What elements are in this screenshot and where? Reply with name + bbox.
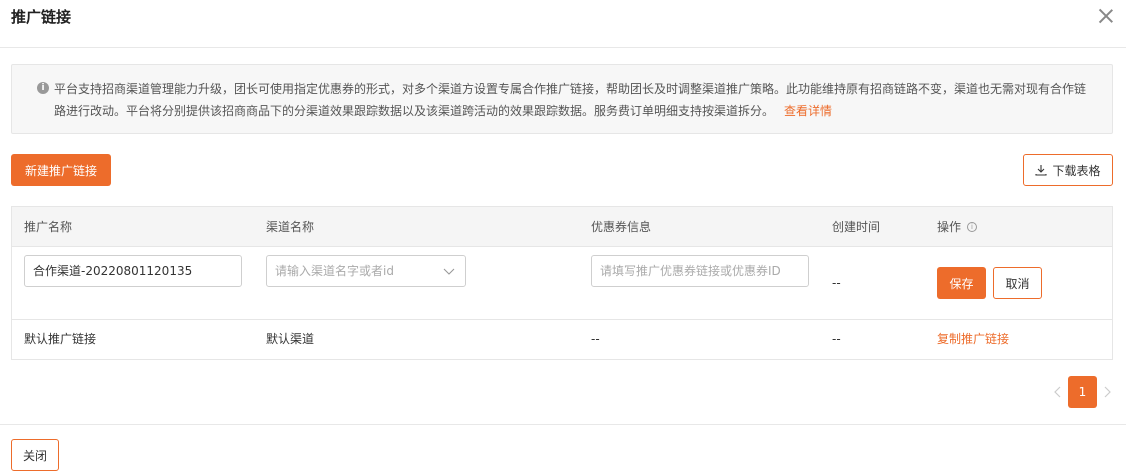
close-icon[interactable] [1098,8,1114,24]
header-created-time: 创建时间 [832,220,881,234]
dialog-header: 推广链接 [0,0,1126,48]
link-name-input[interactable]: 合作渠道-20220801120135 [24,255,242,287]
header-coupon-info: 优惠券信息 [591,220,652,234]
table-row: 默认推广链接 默认渠道 -- -- 复制推广链接 [12,320,1112,359]
header-channel-name: 渠道名称 [266,220,315,234]
notice-body: 平台支持招商渠道管理能力升级，团长可使用指定优惠券的形式，对多个渠道方设置专属合… [54,82,1087,118]
dialog-title: 推广链接 [11,8,72,26]
coupon-input[interactable]: 请填写推广优惠券链接或优惠券ID [591,255,809,287]
footer-divider [0,424,1126,425]
header-actions: 操作 i [937,219,978,235]
download-table-button[interactable]: 下载表格 [1023,154,1113,186]
created-time-cell: -- [832,276,841,290]
chevron-right-icon[interactable] [1101,384,1113,400]
channel-name-cell: 默认渠道 [266,332,315,346]
cancel-button[interactable]: 取消 [993,267,1042,299]
download-label: 下载表格 [1052,163,1101,178]
save-button[interactable]: 保存 [937,267,986,299]
view-details-link[interactable]: 查看详情 [784,104,832,118]
coupon-cell: -- [591,332,600,346]
copy-link-action[interactable]: 复制推广链接 [937,331,1009,347]
download-icon [1035,165,1048,176]
page-number-current[interactable]: 1 [1068,376,1097,408]
notice-text: 平台支持招商渠道管理能力升级，团长可使用指定优惠券的形式，对多个渠道方设置专属合… [54,78,1094,122]
channel-select-placeholder: 请输入渠道名字或者id [275,264,394,278]
chevron-down-icon [443,268,455,275]
links-table: 推广名称 渠道名称 优惠券信息 创建时间 操作 i 合作渠道-202208011… [11,206,1113,360]
chevron-left-icon[interactable] [1052,384,1064,400]
link-name-cell: 默认推广链接 [24,332,97,346]
header-link-name: 推广名称 [24,220,73,234]
info-icon: i [37,82,49,94]
header-actions-label: 操作 [937,220,962,234]
channel-select[interactable]: 请输入渠道名字或者id [266,255,466,287]
new-link-button[interactable]: 新建推广链接 [11,154,111,186]
info-icon[interactable]: i [967,222,978,232]
table-header: 推广名称 渠道名称 优惠券信息 创建时间 操作 i [12,207,1112,247]
table-row-editing: 合作渠道-20220801120135 请输入渠道名字或者id 请填写推广优惠券… [12,247,1112,320]
created-time-cell: -- [832,332,841,346]
close-button[interactable]: 关闭 [11,439,59,471]
notice-banner: i 平台支持招商渠道管理能力升级，团长可使用指定优惠券的形式，对多个渠道方设置专… [11,64,1113,134]
